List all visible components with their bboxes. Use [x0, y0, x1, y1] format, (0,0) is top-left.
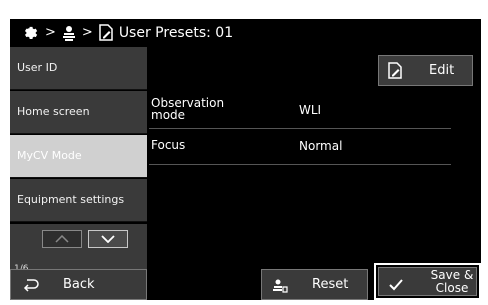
sidebar-item-label: MyCV Mode: [17, 149, 82, 162]
save-close-focus-frame: Save & Close: [374, 263, 481, 300]
edit-button[interactable]: Edit: [378, 55, 473, 86]
setting-name: Observation mode: [151, 96, 225, 122]
back-button[interactable]: Back: [10, 269, 147, 300]
sidebar: User ID Home screen MyCV Mode Equipment …: [10, 47, 147, 277]
sidebar-item-equipment-settings[interactable]: Equipment settings: [10, 179, 147, 222]
breadcrumb-separator: >: [81, 25, 93, 40]
settings-panel: Edit Observation mode WLI Focus Normal: [149, 47, 481, 277]
save-close-button[interactable]: Save & Close: [378, 267, 477, 296]
breadcrumb: > > User Presets: 01: [10, 19, 481, 46]
document-edit-icon: [99, 24, 113, 41]
save-close-button-label: Save & Close: [430, 268, 474, 295]
chevron-up-icon: [55, 235, 69, 243]
chevron-down-icon: [101, 235, 115, 243]
reset-button-label: Reset: [312, 277, 349, 292]
scroll-up-button[interactable]: [42, 230, 82, 248]
back-arrow-icon: [23, 278, 39, 296]
setting-value: Normal: [299, 139, 343, 153]
user-icon[interactable]: [62, 25, 76, 41]
setting-row-focus[interactable]: Focus Normal: [149, 131, 451, 165]
breadcrumb-separator: >: [45, 25, 56, 40]
setting-row-observation-mode[interactable]: Observation mode WLI: [149, 95, 451, 129]
sidebar-item-label: User ID: [17, 61, 58, 74]
sidebar-item-home-screen[interactable]: Home screen: [10, 91, 147, 134]
screen-frame: > > User Presets: 01 User ID Home screen…: [10, 19, 481, 300]
edit-button-label: Edit: [429, 63, 455, 78]
reset-button[interactable]: Reset: [261, 269, 368, 300]
sidebar-item-user-id[interactable]: User ID: [10, 47, 147, 90]
checkmark-icon: [389, 276, 403, 295]
user-reset-icon: [272, 278, 288, 298]
bottom-toolbar: Back Reset Save & Close: [10, 263, 481, 300]
setting-name: Focus: [151, 138, 186, 152]
setting-value: WLI: [299, 103, 322, 117]
sidebar-item-mycv-mode[interactable]: MyCV Mode: [10, 135, 147, 178]
sidebar-item-label: Equipment settings: [17, 193, 125, 206]
back-button-label: Back: [63, 277, 95, 292]
scroll-down-button[interactable]: [88, 230, 128, 248]
sidebar-item-label: Home screen: [17, 105, 90, 118]
page-title: User Presets: 01: [118, 24, 234, 41]
gear-icon[interactable]: [22, 24, 39, 41]
document-edit-icon: [388, 62, 402, 83]
